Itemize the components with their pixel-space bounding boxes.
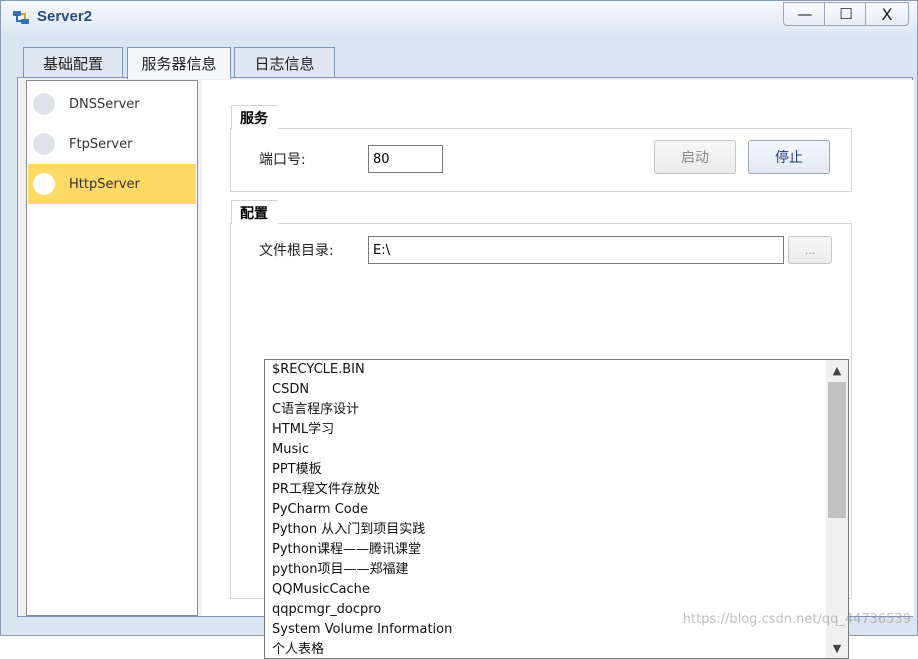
- list-item-label: FtpServer: [69, 136, 133, 152]
- list-item[interactable]: QQMusicCache: [265, 580, 848, 600]
- start-button[interactable]: 启动: [654, 140, 736, 174]
- list-item[interactable]: Music: [265, 440, 848, 460]
- stop-button[interactable]: 停止: [748, 140, 830, 174]
- root-dir-label: 文件根目录:: [259, 243, 334, 259]
- list-item[interactable]: Python 从入门到项目实践: [265, 520, 848, 540]
- server-status-icon: [33, 173, 55, 195]
- server-status-icon: [33, 93, 55, 115]
- tab-label: 基础配置: [42, 54, 103, 73]
- tab-panel: DNSServer FtpServer HttpServer 服务 端口号: 8…: [17, 77, 914, 659]
- close-icon: X: [881, 4, 893, 24]
- list-item[interactable]: Python课程——腾讯课堂: [265, 540, 848, 560]
- server-details: 服务 端口号: 启动 停止 配置 文件根目录: ...: [202, 80, 914, 659]
- list-item-ftpserver[interactable]: FtpServer: [28, 124, 196, 164]
- list-item-dnsserver[interactable]: DNSServer: [28, 84, 196, 124]
- list-item-label: DNSServer: [69, 96, 140, 112]
- port-label: 端口号:: [259, 152, 306, 168]
- minimize-icon: —: [797, 5, 813, 23]
- server-list: DNSServer FtpServer HttpServer: [26, 80, 198, 616]
- start-button-label: 启动: [681, 150, 709, 166]
- list-item[interactable]: python项目——郑福建: [265, 560, 848, 580]
- client-area: 基础配置 服务器信息 日志信息 DNSServer FtpServer Http…: [9, 35, 914, 659]
- maximize-button[interactable]: ☐: [824, 2, 868, 26]
- service-groupbox: 服务 端口号: 启动 停止: [230, 105, 852, 192]
- list-item[interactable]: $RECYCLE.BIN: [265, 360, 848, 380]
- root-dir-input[interactable]: [368, 236, 784, 264]
- chevron-down-icon[interactable]: ▼: [826, 638, 848, 658]
- port-input[interactable]: [368, 145, 443, 173]
- list-item[interactable]: 个人表格: [265, 640, 848, 658]
- close-button[interactable]: X: [865, 2, 909, 26]
- chevron-up-icon[interactable]: ▲: [826, 360, 848, 380]
- minimize-button[interactable]: —: [783, 2, 827, 26]
- list-item[interactable]: PR工程文件存放处: [265, 480, 848, 500]
- stop-button-label: 停止: [775, 150, 803, 166]
- list-item[interactable]: PyCharm Code: [265, 500, 848, 520]
- tab-server-info[interactable]: 服务器信息: [127, 47, 231, 79]
- server-window: Server2 — ☐ X 基础配置 服务器信息 日志信息 DNSServer: [0, 0, 918, 659]
- list-item[interactable]: CSDN: [265, 380, 848, 400]
- tab-label: 服务器信息: [141, 55, 217, 73]
- browse-button-label: ...: [804, 243, 816, 257]
- list-item-httpserver[interactable]: HttpServer: [28, 164, 196, 204]
- list-item[interactable]: PPT模板: [265, 460, 848, 480]
- tab-label: 日志信息: [254, 54, 315, 73]
- server-status-icon: [33, 133, 55, 155]
- tab-basic-config[interactable]: 基础配置: [23, 47, 123, 78]
- scrollbar-thumb[interactable]: [828, 382, 846, 518]
- list-item-label: HttpServer: [69, 176, 140, 192]
- list-item[interactable]: C语言程序设计: [265, 400, 848, 420]
- browse-button[interactable]: ...: [788, 236, 832, 264]
- tab-log-info[interactable]: 日志信息: [234, 47, 335, 78]
- watermark: https://blog.csdn.net/qq_44736539: [682, 612, 911, 627]
- title-bar[interactable]: Server2 — ☐ X: [1, 1, 917, 33]
- list-item[interactable]: HTML学习: [265, 420, 848, 440]
- service-group-title: 服务: [231, 105, 292, 129]
- config-group-title: 配置: [231, 200, 292, 224]
- server-app-icon: [13, 11, 29, 24]
- window-title: Server2: [37, 8, 93, 25]
- maximize-icon: ☐: [839, 5, 853, 23]
